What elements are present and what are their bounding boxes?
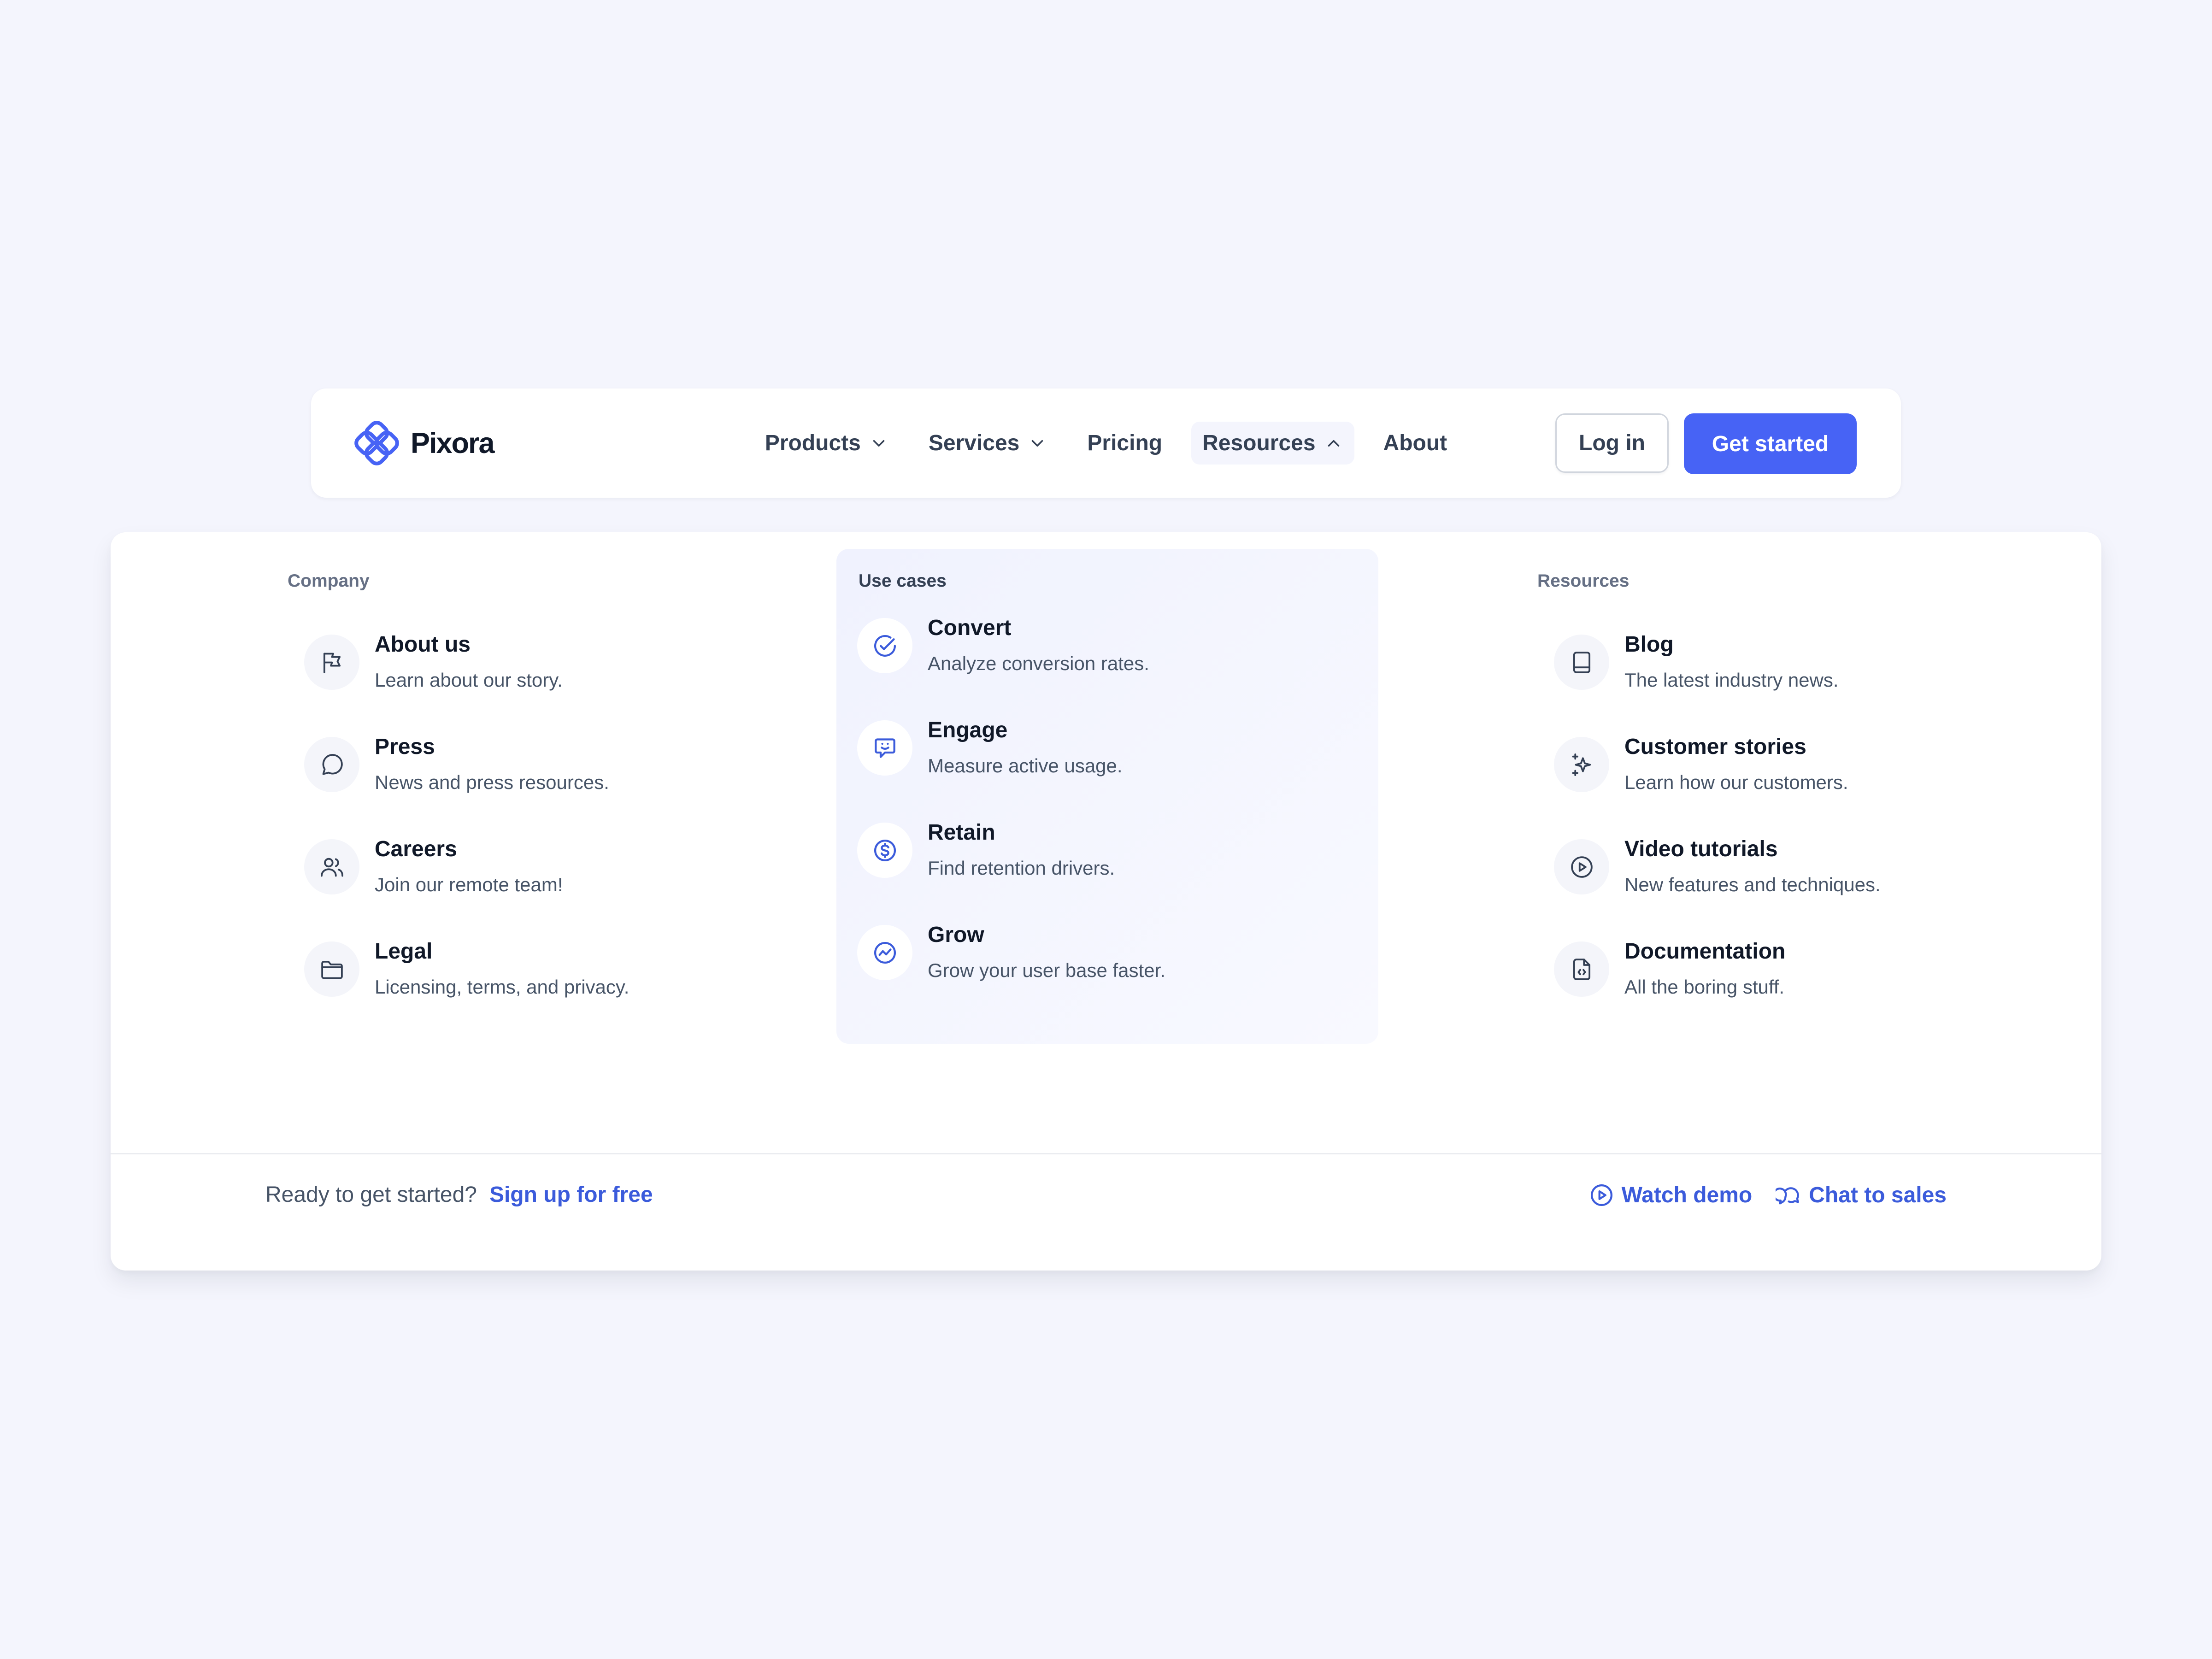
- menu-item-title: Press: [375, 735, 435, 759]
- file-code-icon: [1554, 941, 1609, 997]
- menu-item-desc: Join our remote team!: [375, 874, 563, 895]
- menu-item-title: About us: [375, 632, 471, 657]
- brand-name: Pixora: [411, 427, 495, 459]
- menu-item-desc: The latest industry news.: [1624, 669, 1839, 691]
- menu-item-title: Careers: [375, 837, 457, 861]
- footer-cta: Ready to get started? Sign up for free: [265, 1182, 653, 1207]
- company-column-title: Company: [288, 571, 370, 591]
- menu-item-title: Documentation: [1624, 939, 1786, 964]
- menu-item-desc: New features and techniques.: [1624, 874, 1881, 895]
- nav-about-label: About: [1383, 431, 1447, 455]
- menu-item-desc: Analyze conversion rates.: [928, 653, 1149, 674]
- nav-pricing-label: Pricing: [1087, 431, 1163, 455]
- nav-services[interactable]: Services: [918, 422, 1059, 465]
- use-cases-column-title: Use cases: [859, 571, 947, 591]
- menu-item-desc: Learn about our story.: [375, 669, 563, 691]
- menu-item-desc: News and press resources.: [375, 771, 609, 793]
- menu-item-legal[interactable]: Legal Licensing, terms, and privacy.: [304, 939, 788, 1008]
- flag-icon: [304, 635, 359, 690]
- message-smile-icon: [857, 720, 912, 776]
- menu-item-desc: Licensing, terms, and privacy.: [375, 976, 629, 998]
- menu-item-desc: Learn how our customers.: [1624, 771, 1848, 793]
- menu-item-title: Convert: [928, 616, 1012, 640]
- play-circle-icon: [1554, 839, 1609, 894]
- menu-item-engage[interactable]: Engage Measure active usage.: [857, 718, 1341, 787]
- chat-to-sales-label: Chat to sales: [1809, 1183, 1947, 1207]
- menu-item-title: Blog: [1624, 632, 1674, 657]
- menu-item-video-tutorials[interactable]: Video tutorials New features and techniq…: [1554, 836, 2038, 906]
- watch-demo-link[interactable]: Watch demo: [1588, 1182, 1753, 1208]
- chat-to-sales-link[interactable]: Chat to sales: [1776, 1182, 1947, 1208]
- nav-about[interactable]: About: [1372, 422, 1459, 465]
- chevron-down-icon: [873, 440, 885, 447]
- nav-resources[interactable]: Resources: [1191, 422, 1354, 465]
- chevron-up-icon: [1328, 440, 1339, 447]
- menu-item-desc: All the boring stuff.: [1624, 976, 1785, 998]
- chat-bubble-icon: [304, 737, 359, 792]
- resources-column-title: Resources: [1537, 571, 1630, 591]
- nav-pricing[interactable]: Pricing: [1076, 422, 1173, 465]
- dropdown-footer: Ready to get started? Sign up for free W…: [111, 1153, 2101, 1272]
- nav-products[interactable]: Products: [754, 422, 900, 465]
- menu-item-documentation[interactable]: Documentation All the boring stuff.: [1554, 939, 2038, 1008]
- menu-item-grow[interactable]: Grow Grow your user base faster.: [857, 922, 1341, 991]
- sign-up-link[interactable]: Sign up for free: [489, 1182, 653, 1207]
- menu-item-convert[interactable]: Convert Analyze conversion rates.: [857, 615, 1341, 684]
- menu-item-careers[interactable]: Careers Join our remote team!: [304, 836, 788, 906]
- menu-item-customer-stories[interactable]: Customer stories Learn how our customers…: [1554, 734, 2038, 803]
- watch-demo-label: Watch demo: [1621, 1183, 1753, 1207]
- stars-icon: [1554, 737, 1609, 792]
- menu-item-desc: Measure active usage.: [928, 755, 1123, 777]
- menu-item-title: Retain: [928, 820, 995, 845]
- menu-item-blog[interactable]: Blog The latest industry news.: [1554, 632, 2038, 701]
- menu-item-title: Customer stories: [1624, 735, 1806, 759]
- nav-resources-label: Resources: [1202, 431, 1316, 455]
- book-icon: [1554, 635, 1609, 690]
- menu-item-about-us[interactable]: About us Learn about our story.: [304, 632, 788, 701]
- site-header: Pixora Products Services Pricing Resourc…: [311, 388, 1901, 498]
- footer-actions: Watch demo Chat to sales: [1588, 1182, 1947, 1208]
- check-circle-icon: [857, 618, 912, 673]
- users-icon: [304, 839, 359, 894]
- folder-icon: [304, 941, 359, 997]
- menu-item-retain[interactable]: Retain Find retention drivers.: [857, 820, 1341, 889]
- get-started-button[interactable]: Get started: [1684, 413, 1857, 474]
- menu-item-title: Engage: [928, 718, 1008, 742]
- nav-products-label: Products: [765, 431, 861, 455]
- dollar-circle-icon: [857, 823, 912, 878]
- play-circle-icon: [1590, 1184, 1612, 1206]
- nav-services-label: Services: [928, 431, 1020, 455]
- menu-item-desc: Find retention drivers.: [928, 857, 1115, 879]
- chevron-down-icon: [1032, 440, 1043, 447]
- login-button[interactable]: Log in: [1555, 413, 1669, 473]
- resources-dropdown-menu: Company About us Learn about our story. …: [111, 532, 2101, 1271]
- menu-item-title: Legal: [375, 939, 433, 964]
- menu-item-title: Video tutorials: [1624, 837, 1778, 861]
- brand-logo[interactable]: Pixora: [354, 420, 495, 466]
- use-cases-column: Use cases Convert Analyze conversion rat…: [836, 549, 1378, 1044]
- menu-item-press[interactable]: Press News and press resources.: [304, 734, 788, 803]
- chat-bubbles-icon: [1776, 1187, 1800, 1205]
- trend-circle-icon: [857, 925, 912, 980]
- menu-item-desc: Grow your user base faster.: [928, 959, 1165, 981]
- menu-item-title: Grow: [928, 923, 984, 947]
- pixora-logo-icon: [354, 421, 399, 465]
- footer-question: Ready to get started?: [265, 1182, 477, 1207]
